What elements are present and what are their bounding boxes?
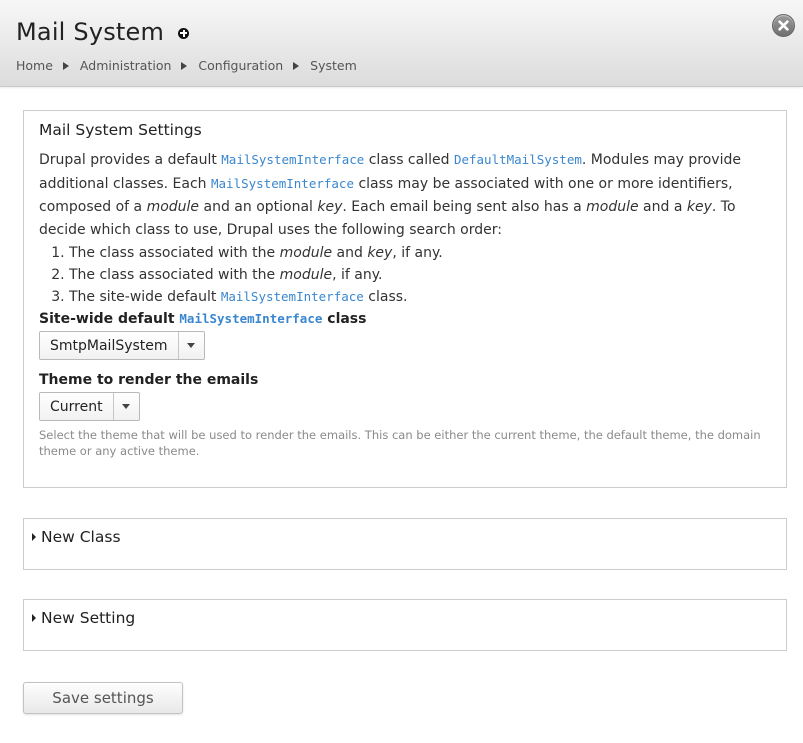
list-emphasis: module	[279, 245, 333, 261]
collapse-triangle-icon	[32, 533, 36, 541]
default-class-form-item: Site-wide default MailSystemInterface cl…	[39, 311, 771, 360]
close-button[interactable]	[772, 14, 795, 37]
list-text: The site-wide default	[69, 289, 221, 305]
desc-emphasis: module	[586, 199, 639, 215]
default-class-select[interactable]: SmtpMailSystem	[39, 331, 205, 360]
collapse-triangle-icon	[32, 614, 36, 622]
new-class-toggle[interactable]: New Class	[32, 528, 778, 546]
list-text: and	[332, 245, 368, 261]
code-mailsysteminterface: MailSystemInterface	[211, 176, 354, 191]
default-class-label: Site-wide default MailSystemInterface cl…	[39, 311, 771, 327]
chevron-down-icon	[112, 393, 139, 420]
select-value: Current	[50, 398, 103, 415]
list-item: The class associated with the module, if…	[69, 264, 771, 286]
new-setting-fieldset: New Setting	[23, 599, 787, 651]
form-actions: Save settings	[23, 682, 787, 714]
settings-legend: Mail System Settings	[39, 121, 202, 139]
theme-help-text: Select the theme that will be used to re…	[39, 428, 761, 458]
new-setting-toggle[interactable]: New Setting	[32, 609, 778, 627]
breadcrumb-separator-icon	[62, 61, 69, 70]
mail-system-settings-fieldset: Mail System Settings Drupal provides a d…	[23, 110, 787, 488]
breadcrumb: Home Administration Configuration System	[16, 58, 357, 73]
list-text: class.	[363, 289, 408, 305]
breadcrumb-system[interactable]: System	[310, 58, 357, 73]
list-text: The class associated with the	[69, 245, 280, 261]
save-settings-button[interactable]: Save settings	[23, 682, 183, 714]
breadcrumb-home[interactable]: Home	[16, 58, 53, 73]
list-text: , if any.	[392, 245, 443, 261]
desc-text: class called	[364, 152, 454, 168]
page-title: Mail System	[16, 18, 165, 46]
desc-text: Drupal provides a default	[39, 152, 222, 168]
desc-text: and a	[638, 199, 687, 215]
new-class-fieldset: New Class	[23, 518, 787, 570]
breadcrumb-administration[interactable]: Administration	[80, 58, 171, 73]
code-mailsysteminterface: MailSystemInterface	[221, 152, 365, 167]
breadcrumb-separator-icon	[293, 61, 300, 70]
theme-select[interactable]: Current	[39, 392, 140, 421]
main-content: Mail System Settings Drupal provides a d…	[0, 87, 803, 714]
new-class-label: New Class	[41, 528, 121, 546]
code-mailsysteminterface: MailSystemInterface	[220, 289, 364, 304]
breadcrumb-configuration[interactable]: Configuration	[198, 58, 283, 73]
theme-label: Theme to render the emails	[39, 372, 259, 388]
chevron-down-icon	[177, 332, 204, 359]
list-emphasis: key	[367, 245, 393, 261]
label-text: Site-wide default	[39, 311, 180, 327]
add-shortcut-icon[interactable]	[178, 27, 190, 39]
desc-text: . Each email being sent also has a	[342, 199, 587, 215]
settings-description: Drupal provides a default MailSystemInte…	[39, 148, 771, 242]
label-text: class	[322, 311, 367, 327]
desc-emphasis: key	[686, 199, 712, 215]
list-text: The class associated with the	[69, 267, 280, 283]
desc-emphasis: module	[146, 199, 200, 215]
list-item: The site-wide default MailSystemInterfac…	[69, 286, 771, 308]
new-setting-label: New Setting	[41, 609, 136, 627]
page-header: Mail System Home Administration Configur…	[0, 0, 803, 87]
desc-emphasis: key	[317, 199, 343, 215]
list-text: , if any.	[332, 267, 383, 283]
search-order-list: The class associated with the module and…	[39, 242, 771, 308]
close-icon	[778, 20, 789, 31]
list-emphasis: module	[279, 267, 333, 283]
select-value: SmtpMailSystem	[50, 337, 168, 354]
title-row: Mail System	[16, 18, 190, 46]
desc-text: and an optional	[199, 199, 318, 215]
breadcrumb-separator-icon	[181, 61, 188, 70]
theme-form-item: Theme to render the emails Current Selec…	[39, 372, 771, 459]
code-mailsysteminterface: MailSystemInterface	[179, 311, 323, 326]
code-defaultmailsystem: DefaultMailSystem	[453, 152, 582, 167]
list-item: The class associated with the module and…	[69, 242, 771, 264]
